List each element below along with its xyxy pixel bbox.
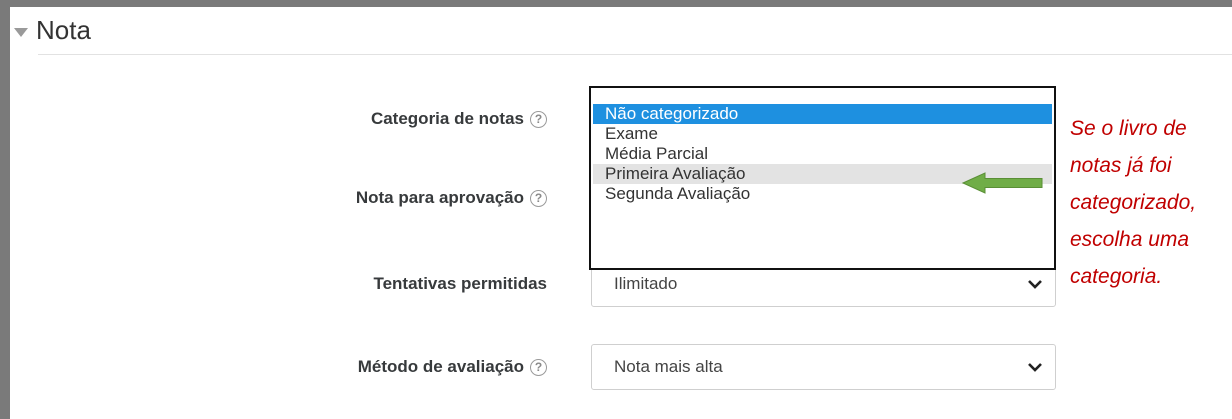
chevron-down-icon <box>1015 361 1055 373</box>
chevron-down-icon <box>1015 278 1055 290</box>
grading-method-label-row: Método de avaliação ? <box>358 357 547 377</box>
grading-method-select[interactable]: Nota mais alta <box>591 344 1056 390</box>
annotation-line: categoria. <box>1070 265 1163 288</box>
annotation-line: notas já foi <box>1070 154 1172 177</box>
passing-grade-label-row: Nota para aprovação ? <box>356 188 547 208</box>
grading-method-label: Método de avaliação <box>357 357 524 376</box>
annotation-line: escolha uma <box>1070 228 1190 251</box>
collapse-caret-icon <box>14 27 28 37</box>
category-option[interactable]: Não categorizado <box>593 104 1052 124</box>
help-icon[interactable]: ? <box>530 358 547 376</box>
annotation-line: categorizado, <box>1070 191 1197 214</box>
attempts-label-row: Tentativas permitidas <box>373 274 547 294</box>
section-title: Nota <box>36 14 91 45</box>
category-label: Categoria de notas <box>370 109 524 128</box>
attempts-select-value: Ilimitado <box>614 274 678 293</box>
help-icon[interactable]: ? <box>530 189 547 207</box>
category-select-listbox[interactable]: Não categorizado Exame Média Parcial Pri… <box>589 86 1056 270</box>
attempts-label: Tentativas permitidas <box>373 274 547 293</box>
category-option[interactable]: Exame <box>593 124 1052 144</box>
grading-method-select-value: Nota mais alta <box>614 357 723 376</box>
arrow-left-icon <box>961 172 1043 194</box>
section-header-toggle[interactable]: Nota <box>14 10 91 50</box>
annotation-note: Se o livro de notas já foi categorizado,… <box>1070 110 1232 295</box>
section-divider <box>38 54 1232 55</box>
help-icon[interactable]: ? <box>530 110 547 128</box>
annotation-line: Se o livro de <box>1070 117 1187 140</box>
passing-grade-label: Nota para aprovação <box>355 188 524 207</box>
category-option[interactable]: Média Parcial <box>593 144 1052 164</box>
category-label-row: Categoria de notas ? <box>371 109 547 129</box>
